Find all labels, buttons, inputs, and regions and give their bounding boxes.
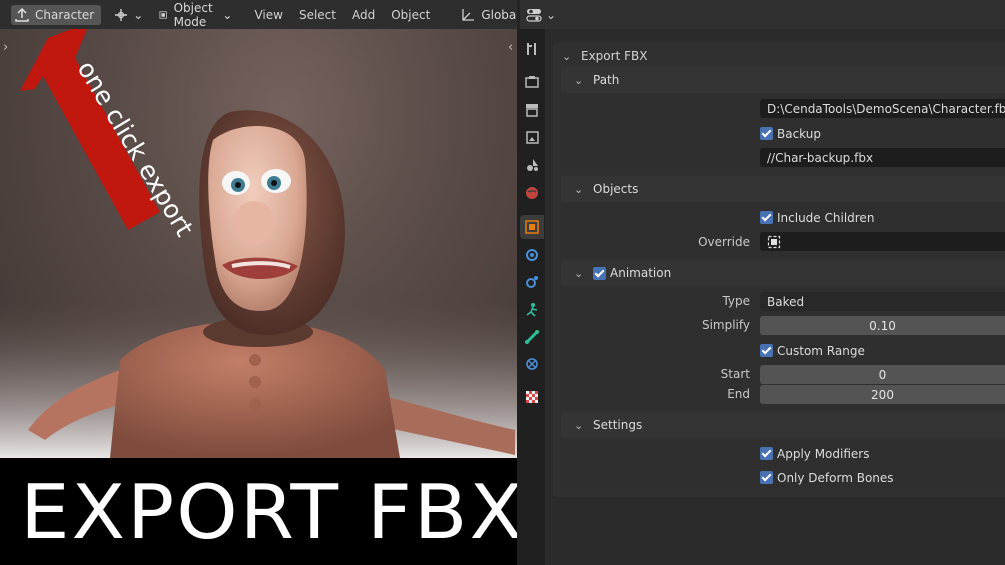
checkbox-checked-icon [760,471,773,484]
right-expand-arrow[interactable]: ‹ [508,40,513,55]
only-deform-bones-label: Only Deform Bones [777,470,894,485]
tab-particles[interactable] [520,270,544,294]
tab-object[interactable] [520,215,544,239]
tab-physics[interactable] [520,298,544,322]
chevron-down-icon: ⌄ [574,418,584,432]
chevron-down-icon: ⌄ [562,49,572,63]
chevron-down-icon: ⌄ [222,7,233,22]
backup-label: Backup [777,126,821,141]
world-icon [526,187,538,199]
output-icon [526,104,538,117]
banner-title: EXPORT FBX [20,467,525,556]
tab-output[interactable] [520,98,544,122]
object-mode-icon [159,10,168,19]
tab-modifiers[interactable] [520,243,544,267]
animation-header-label: Animation [610,266,672,280]
texture-icon [526,391,538,403]
export-button-label: Character [35,7,95,22]
physics-icon [526,303,538,317]
mode-dropdown[interactable]: Object Mode ⌄ [155,1,236,29]
panel-title: Export FBX [581,49,648,63]
pivot-icon [115,8,128,21]
mode-label: Object Mode [173,0,213,29]
custom-range-label: Custom Range [777,343,865,358]
transform-pivot-dropdown[interactable]: ⌄ [109,5,147,25]
chevron-down-icon: ⌄ [546,7,557,22]
left-expand-arrow[interactable]: › [3,40,8,55]
menu-add[interactable]: Add [344,5,383,25]
view-layer-icon [526,131,539,144]
apply-modifiers-label: Apply Modifiers [777,446,870,461]
menu-view[interactable]: View [246,5,290,25]
include-children-label: Include Children [777,210,875,225]
3d-viewport[interactable]: one click export › ‹ Character ⌄ Object … [0,0,517,458]
object-icon [525,220,539,234]
checkbox-checked-icon [760,344,773,357]
chevron-down-icon: ⌄ [574,182,584,196]
constraints-icon [525,330,539,344]
properties-editor-icon [526,8,542,22]
objects-header-label: Objects [593,182,639,196]
simplify-slider[interactable]: 0.10 [760,316,1005,335]
backup-path-field[interactable]: //Char-backup.fbx [760,148,1005,167]
menu-select[interactable]: Select [291,5,344,25]
properties-tab-column [517,29,545,565]
chevron-down-icon: ⌄ [574,266,584,280]
animation-enable-checkbox[interactable] [593,266,606,280]
apply-modifiers-checkbox[interactable]: Apply Modifiers [760,444,869,463]
backup-checkbox[interactable]: Backup [760,124,821,143]
checkbox-checked-icon [760,211,773,224]
transform-orientation-icon [462,8,475,21]
tab-world[interactable] [520,181,544,205]
chevron-down-icon: ⌄ [574,73,584,87]
orientation-dropdown[interactable]: Global ⌄ [456,5,517,25]
checkbox-checked-icon [760,127,773,140]
tab-view-layer[interactable] [520,125,544,149]
include-children-checkbox[interactable]: Include Children [760,208,874,227]
override-label: Override [698,235,750,249]
tab-tool[interactable] [520,37,544,61]
end-label: End [727,387,750,401]
modifier-icon [526,249,538,261]
tool-icon [527,43,536,55]
data-icon [526,358,538,370]
tab-data[interactable] [520,352,544,376]
type-dropdown[interactable]: Baked [760,292,1005,311]
particles-icon [526,276,538,288]
title-banner: EXPORT FBX [0,458,545,565]
orientation-label: Global [481,7,517,22]
export-fbx-panel-header[interactable]: ⌄ Export FBX [562,47,647,65]
scene-icon [527,159,538,171]
menu-object[interactable]: Object [383,5,438,25]
animation-subpanel-header[interactable]: ⌄ Animation [561,260,1005,286]
custom-range-checkbox[interactable]: Custom Range [760,341,865,360]
override-field[interactable] [760,232,1005,251]
end-frame-field[interactable]: 200 [760,385,1005,404]
render-icon [525,76,539,88]
type-label: Type [722,294,750,308]
export-character-button[interactable]: Character [11,4,102,25]
tab-constraints[interactable] [520,325,544,349]
settings-header-label: Settings [593,418,643,432]
checkbox-checked-icon [760,447,773,460]
settings-subpanel-header[interactable]: ⌄ Settings [561,412,1005,438]
properties-header: ⌄ [520,0,1005,29]
viewport-header: Character ⌄ Object Mode ⌄ View Select Ad… [0,0,517,29]
tab-scene[interactable] [520,153,544,177]
path-subpanel-header[interactable]: ⌄ Path [561,67,1005,93]
editor-type-dropdown[interactable]: ⌄ [526,7,556,23]
chevron-down-icon: ⌄ [133,7,144,22]
start-label: Start [720,367,750,381]
object-data-icon [767,235,781,248]
tab-render[interactable] [520,70,544,94]
export-path-field[interactable]: D:\CendaTools\DemoScena\Character.fbx [760,99,1005,118]
objects-subpanel-header[interactable]: ⌄ Objects [561,176,1005,202]
export-icon [15,7,29,22]
simplify-label: Simplify [701,318,750,332]
path-header-label: Path [593,73,620,87]
start-frame-field[interactable]: 0 [760,365,1005,384]
only-deform-bones-checkbox[interactable]: Only Deform Bones [760,468,894,487]
tab-texture[interactable] [520,385,544,409]
